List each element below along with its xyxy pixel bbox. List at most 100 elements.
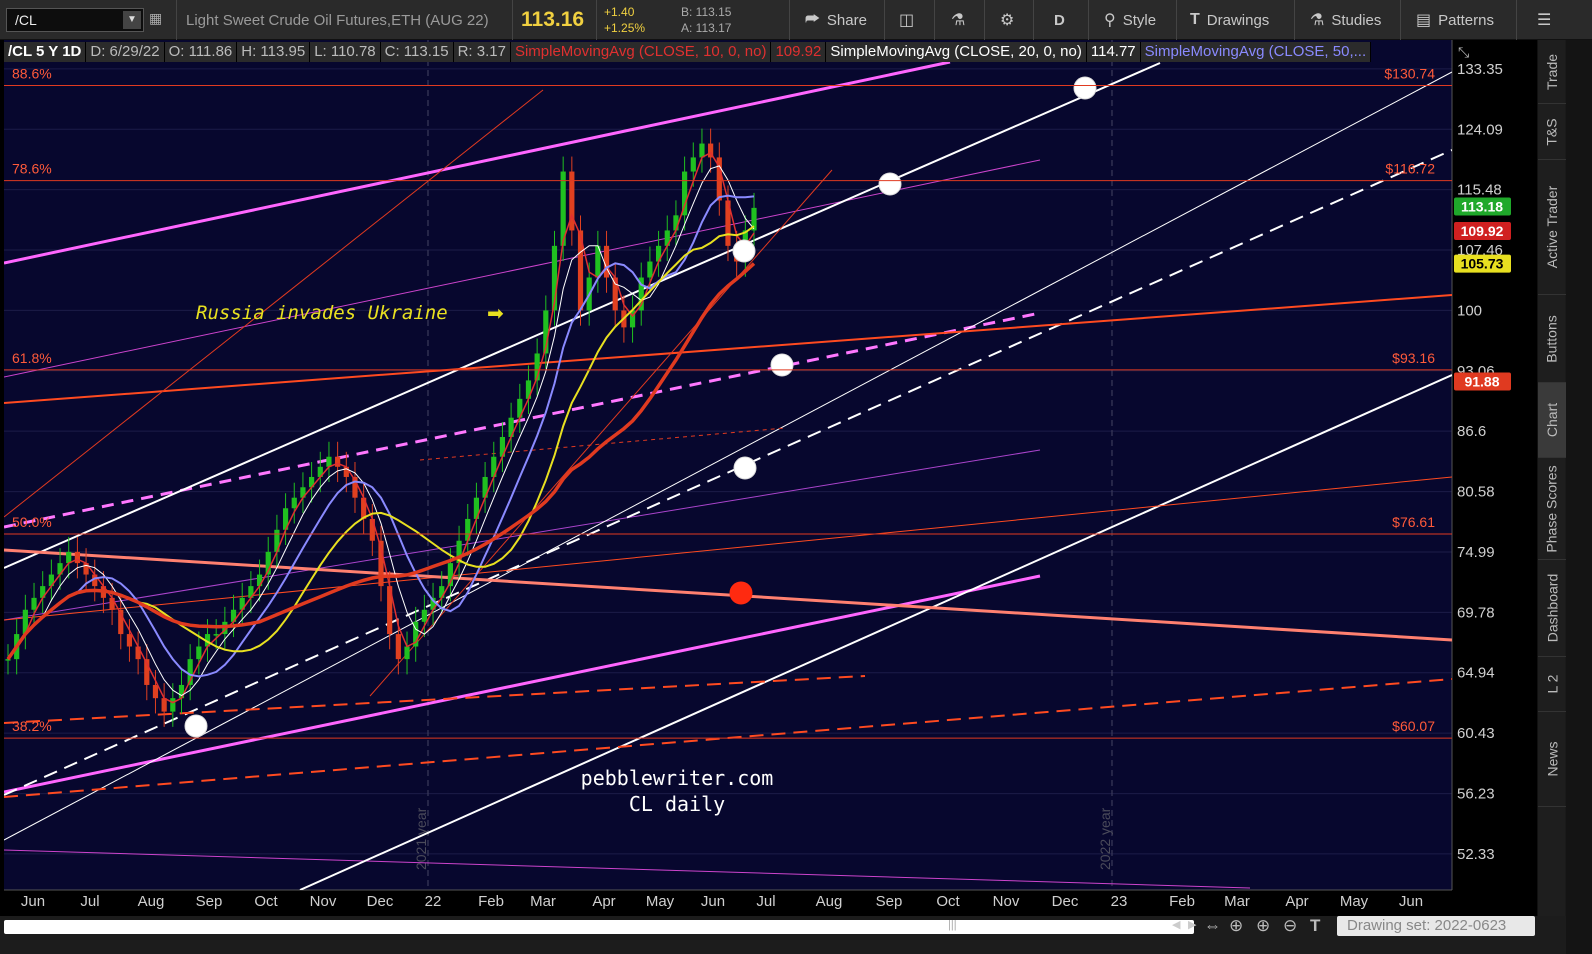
- side-tab-dashboard[interactable]: Dashboard: [1538, 560, 1566, 657]
- fib-price-label: $76.61: [1392, 514, 1435, 530]
- time-tick-label: Mar: [1224, 893, 1250, 910]
- chart-panel[interactable]: 2021 year 2022 year 88.6% $130.74 78.6% $116…: [0, 40, 1537, 916]
- fib-price-label: $60.07: [1392, 718, 1435, 734]
- style-button[interactable]: ⚲ Style: [1104, 0, 1156, 40]
- side-tab-active-trader[interactable]: Active Trader: [1538, 160, 1566, 295]
- side-tab-label: Active Trader: [1544, 185, 1561, 269]
- bar-open: O: 111.86: [164, 42, 238, 62]
- candle-body: [135, 646, 141, 660]
- drawing-set-selector[interactable]: Drawing set: 2022-0623: [1337, 916, 1535, 936]
- circle-marker: [770, 353, 794, 377]
- year-marker-label: 2022 year: [1097, 807, 1113, 870]
- top-toolbar: /CL ▼ ▦ Light Sweet Crude Oil Futures,ET…: [0, 0, 1592, 40]
- instrument-description: Light Sweet Crude Oil Futures,ETH (AUG 2…: [186, 12, 489, 29]
- price-badge-value: 105.73: [1461, 256, 1504, 272]
- price-badge-value: 113.18: [1461, 199, 1503, 215]
- price-badges: 113.18 109.92 105.73 91.88: [1454, 197, 1511, 391]
- circle-marker: [1073, 76, 1097, 100]
- fib-percent-label: 78.6%: [12, 161, 52, 177]
- time-tick-label: Nov: [310, 893, 337, 910]
- candle-body: [31, 597, 37, 610]
- bar-date: D: 6/29/22: [86, 42, 165, 62]
- horizontal-scrollbar[interactable]: |||: [4, 919, 1194, 934]
- circle-marker: [733, 456, 757, 480]
- chevron-down-icon[interactable]: ▼: [123, 11, 141, 29]
- toolbar-divider: [1294, 0, 1295, 40]
- price-tick-label: 60.43: [1457, 725, 1495, 742]
- side-tab-l-2[interactable]: L 2: [1538, 657, 1566, 712]
- toolbar-divider: [1516, 0, 1517, 40]
- gear-icon: ⚙: [1000, 12, 1015, 29]
- studies-button[interactable]: ⚗ Studies: [1310, 0, 1381, 40]
- collapse-icon[interactable]: ⤡: [1458, 44, 1469, 61]
- price-tick-label: 74.99: [1457, 544, 1495, 561]
- bar-range: R: 3.17: [453, 42, 511, 62]
- circle-marker: [878, 172, 902, 196]
- candle-body: [421, 609, 427, 622]
- bar-low: L: 110.78: [310, 42, 381, 62]
- side-tab-trade[interactable]: Trade: [1538, 40, 1566, 104]
- grid-icon[interactable]: ▦: [149, 10, 165, 30]
- time-tick-label: Dec: [1052, 893, 1079, 910]
- symbol-input[interactable]: /CL ▼: [6, 8, 144, 32]
- zoom-in-icon[interactable]: ⊕: [1256, 916, 1270, 936]
- side-tab-phase-scores[interactable]: Phase Scores: [1538, 458, 1566, 560]
- side-tab-t-s[interactable]: T&S: [1538, 104, 1566, 160]
- price-chart[interactable]: 2021 year 2022 year 88.6% $130.7478.6% $116…: [0, 40, 1537, 916]
- candle-body: [603, 245, 610, 278]
- change-percent: +1.25%: [604, 21, 646, 35]
- hamburger-menu-icon: ☰: [1537, 12, 1552, 29]
- watermark-site: pebblewriter.com: [581, 766, 774, 790]
- period-button[interactable]: D: [1054, 0, 1065, 40]
- crosshair-icon[interactable]: ⊕: [1229, 916, 1243, 936]
- time-tick-label: Sep: [196, 893, 223, 910]
- fit-width-icon[interactable]: ⇔: [1204, 916, 1221, 936]
- patterns-icon: ▤: [1416, 12, 1432, 29]
- time-tick-label: Feb: [1169, 893, 1195, 910]
- flask-button[interactable]: ⚗: [951, 0, 965, 40]
- toolbar-divider: [1033, 0, 1034, 40]
- share-button[interactable]: ⮫ Share: [805, 0, 867, 40]
- sma10-value: 109.92: [771, 42, 827, 62]
- side-tab-chart[interactable]: Chart: [1538, 383, 1566, 458]
- candle-body: [369, 518, 375, 541]
- circle-marker: [732, 239, 756, 263]
- drawings-button[interactable]: T Drawings: [1190, 0, 1269, 40]
- candle-body: [126, 634, 133, 647]
- candle-body: [335, 456, 341, 467]
- sma50-label[interactable]: SimpleMovingAvg (CLOSE, 50,...: [1140, 42, 1372, 62]
- price-badge-value: 91.88: [1464, 373, 1499, 389]
- scroll-left-icon[interactable]: ◀: [1172, 918, 1180, 931]
- candle-body: [170, 698, 176, 712]
- bid-price: B: 113.15: [681, 5, 732, 19]
- menu-button[interactable]: ☰: [1537, 0, 1551, 40]
- toolbar-divider: [934, 0, 935, 40]
- sma10-label[interactable]: SimpleMovingAvg (CLOSE, 10, 0, no): [510, 42, 772, 62]
- patterns-button[interactable]: ▤ Patterns: [1416, 0, 1494, 40]
- style-icon: ⚲: [1104, 12, 1116, 29]
- time-tick-label: Oct: [936, 893, 960, 910]
- toolbar-divider: [1176, 0, 1177, 40]
- snapshot-button[interactable]: ◫: [899, 0, 914, 40]
- text-tool-icon[interactable]: T: [1310, 916, 1320, 936]
- fib-percent-label: 61.8%: [12, 350, 52, 366]
- candle-body: [326, 456, 332, 467]
- side-tab-news[interactable]: News: [1538, 712, 1566, 807]
- right-edge-panel: [1566, 40, 1592, 954]
- fib-percent-label: 50.0%: [12, 514, 52, 530]
- side-tab-buttons[interactable]: Buttons: [1538, 295, 1566, 383]
- side-tab-label: Buttons: [1544, 314, 1561, 363]
- time-tick-label: 22: [425, 893, 442, 910]
- time-axis: Jun Jul Aug Sep Oct Nov Dec 22 Feb Mar Apr May Jun Ju…: [21, 893, 1423, 910]
- toolbar-divider: [984, 0, 985, 40]
- price-axis: 133.35124.09115.48107.4610093.0686.680.5…: [1457, 61, 1503, 863]
- toolbar-divider: [1400, 0, 1401, 40]
- candle-body: [291, 497, 297, 509]
- sma20-label[interactable]: SimpleMovingAvg (CLOSE, 20, 0, no): [826, 42, 1087, 62]
- price-tick-label: 56.23: [1457, 786, 1495, 803]
- price-tick-label: 100: [1457, 302, 1482, 319]
- settings-button[interactable]: ⚙: [1000, 0, 1014, 40]
- zoom-out-icon[interactable]: ⊖: [1283, 916, 1297, 936]
- toolbar-divider: [884, 0, 885, 40]
- scroll-right-icon[interactable]: ▶: [1188, 918, 1196, 931]
